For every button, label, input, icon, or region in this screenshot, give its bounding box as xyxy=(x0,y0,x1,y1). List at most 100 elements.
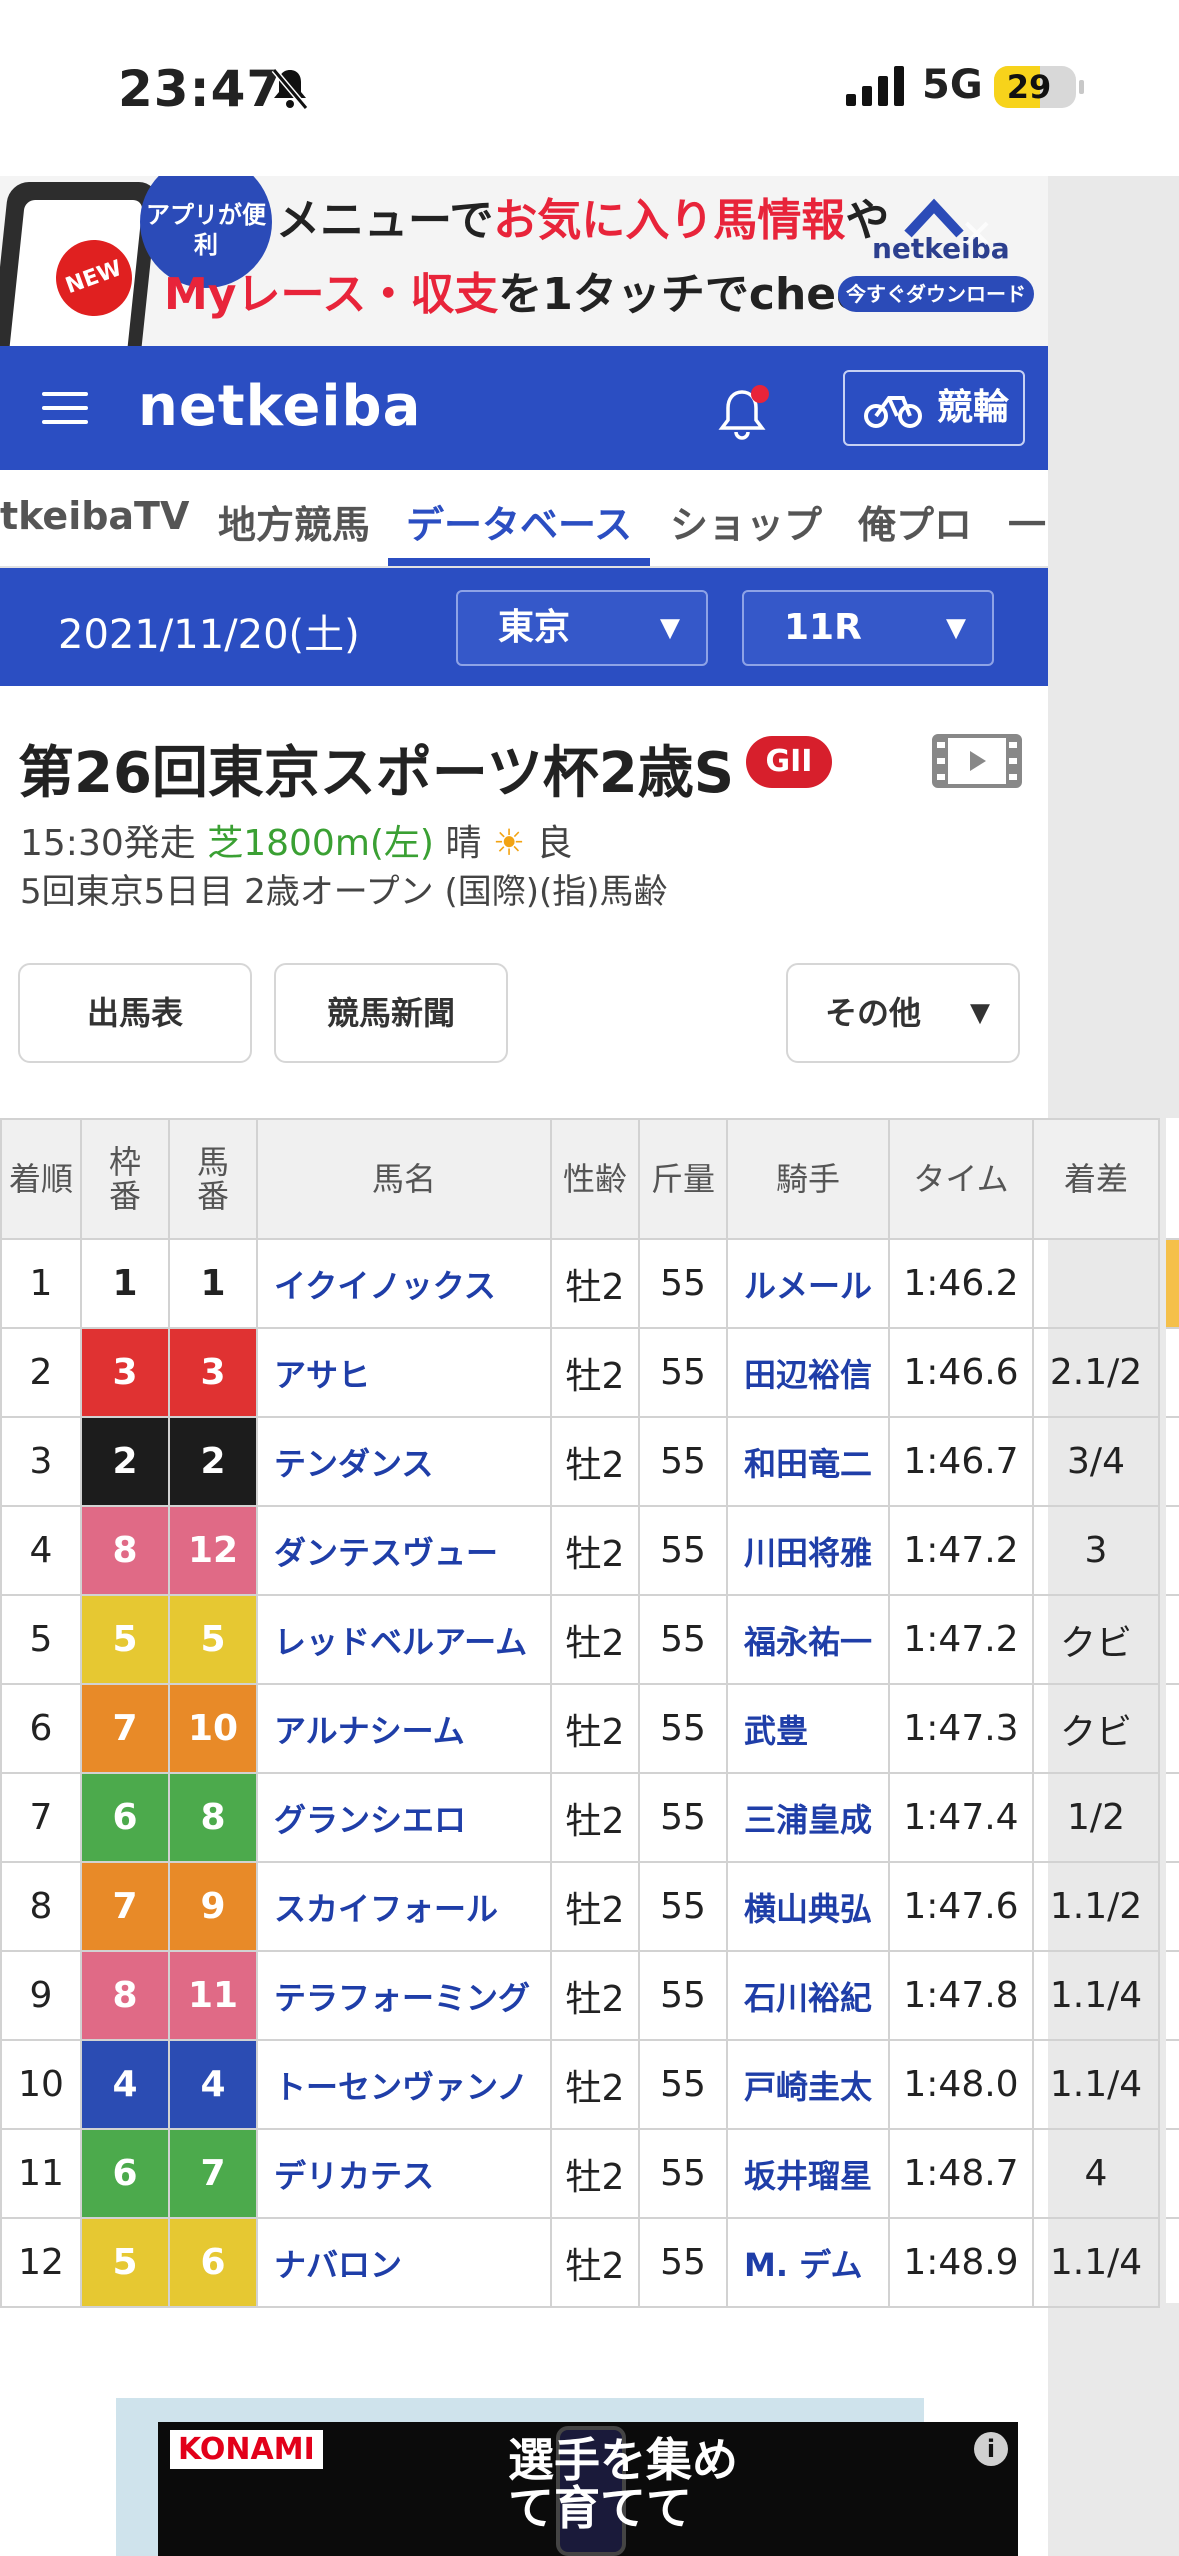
cell-time: 1:46.2 xyxy=(888,1238,1034,1329)
cell-jockey[interactable]: 戸崎圭太 xyxy=(726,2039,890,2130)
cell-horse-number: 2 xyxy=(168,1416,258,1507)
row-edge xyxy=(1166,2217,1179,2306)
col-waku[interactable]: 枠番 xyxy=(80,1118,170,1240)
table-row[interactable]: 6 7 10 アルナシーム 牡2 55 武豊 1:47.3 クビ xyxy=(0,1683,1160,1774)
cell-jockey[interactable]: 三浦皇成 xyxy=(726,1772,890,1863)
site-logo[interactable]: netkeiba xyxy=(138,374,421,439)
tab-database[interactable]: データベース xyxy=(406,494,632,549)
cell-horse-name[interactable]: デリカテス xyxy=(256,2128,552,2219)
newspaper-button[interactable]: 競馬新聞 xyxy=(274,963,508,1063)
cell-horse-name[interactable]: イクイノックス xyxy=(256,1238,552,1329)
cell-horse-name[interactable]: スカイフォール xyxy=(256,1861,552,1952)
cell-horse-name[interactable]: アサヒ xyxy=(256,1327,552,1418)
col-sex-age[interactable]: 性齢 xyxy=(550,1118,640,1240)
table-row[interactable]: 3 2 2 テンダンス 牡2 55 和田竜二 1:46.7 3/4 xyxy=(0,1416,1160,1507)
bottom-ad-text: 選手を集めて育てて xyxy=(508,2433,738,2535)
nav-tabs: tkeibaTV 地方競馬 データベース ショップ 俺プロ 一 xyxy=(0,470,1048,568)
col-horse-number[interactable]: 馬番 xyxy=(168,1118,258,1240)
race-date[interactable]: 2021/11/20(土) xyxy=(58,602,360,660)
table-row[interactable]: 1 1 1 イクイノックス 牡2 55 ルメール 1:46.2 xyxy=(0,1238,1160,1329)
tab-ore-pro[interactable]: 俺プロ xyxy=(858,494,972,549)
cell-jockey[interactable]: 和田竜二 xyxy=(726,1416,890,1507)
cell-rank: 9 xyxy=(0,1950,82,2041)
col-horse-name[interactable]: 馬名 xyxy=(256,1118,552,1240)
close-icon[interactable]: ✕ xyxy=(960,212,994,258)
cell-jockey[interactable]: 田辺裕信 xyxy=(726,1327,890,1418)
col-time[interactable]: タイム xyxy=(888,1118,1034,1240)
col-jockey[interactable]: 騎手 xyxy=(726,1118,890,1240)
tab-netkeiba-tv[interactable]: tkeibaTV xyxy=(0,494,189,538)
download-button[interactable]: 今すぐダウンロード xyxy=(838,276,1034,312)
tab-more[interactable]: 一 xyxy=(1008,494,1046,549)
menu-icon[interactable] xyxy=(42,392,88,424)
cell-weight: 55 xyxy=(638,1327,728,1418)
table-row[interactable]: 8 7 9 スカイフォール 牡2 55 横山典弘 1:47.6 1.1/2 xyxy=(0,1861,1160,1952)
cell-horse-number: 12 xyxy=(168,1505,258,1596)
cell-sex-age: 牡2 xyxy=(550,1950,640,2041)
grade-badge: GII xyxy=(746,736,832,788)
table-header-row: 着順 枠番 馬番 馬名 性齢 斤量 騎手 タイム 着差 xyxy=(0,1118,1160,1240)
cell-horse-number: 7 xyxy=(168,2128,258,2219)
cell-jockey[interactable]: 坂井瑠星 xyxy=(726,2128,890,2219)
cell-jockey[interactable]: 武豊 xyxy=(726,1683,890,1774)
cell-jockey[interactable]: ルメール xyxy=(726,1238,890,1329)
table-row[interactable]: 2 3 3 アサヒ 牡2 55 田辺裕信 1:46.6 2.1/2 xyxy=(0,1327,1160,1418)
row-edge xyxy=(1166,1505,1179,1594)
race-select[interactable]: 11R ▼ xyxy=(742,590,994,666)
cell-horse-number: 3 xyxy=(168,1327,258,1418)
date-bar: 2021/11/20(土) 東京 ▼ 11R ▼ xyxy=(0,568,1048,686)
cell-horse-number: 8 xyxy=(168,1772,258,1863)
cell-horse-name[interactable]: テンダンス xyxy=(256,1416,552,1507)
dropdown-arrow-icon: ▼ xyxy=(970,998,990,1028)
cell-horse-name[interactable]: レッドベルアーム xyxy=(256,1594,552,1685)
table-row[interactable]: 4 8 12 ダンテスヴュー 牡2 55 川田将雅 1:47.2 3 xyxy=(0,1505,1160,1596)
cell-rank: 8 xyxy=(0,1861,82,1952)
col-margin[interactable]: 着差 xyxy=(1032,1118,1160,1240)
cell-jockey[interactable]: M. デム xyxy=(726,2217,890,2308)
tab-local-racing[interactable]: 地方競馬 xyxy=(218,494,370,549)
cell-rank: 3 xyxy=(0,1416,82,1507)
cell-time: 1:47.6 xyxy=(888,1861,1034,1952)
table-row[interactable]: 5 5 5 レッドベルアーム 牡2 55 福永祐一 1:47.2 クビ xyxy=(0,1594,1160,1685)
cell-horse-name[interactable]: トーセンヴァンノ xyxy=(256,2039,552,2130)
cell-weight: 55 xyxy=(638,2217,728,2308)
cell-margin: 1.1/4 xyxy=(1032,2217,1160,2308)
other-menu-button[interactable]: その他 ▼ xyxy=(786,963,1020,1063)
promo-line-2: Myレース・収支を1タッチでcheck! xyxy=(164,269,912,320)
cell-horse-name[interactable]: アルナシーム xyxy=(256,1683,552,1774)
keirin-button[interactable]: 競輪 xyxy=(843,370,1025,446)
col-weight[interactable]: 斤量 xyxy=(638,1118,728,1240)
notification-bell-icon[interactable] xyxy=(714,382,774,442)
cell-horse-number: 11 xyxy=(168,1950,258,2041)
cell-rank: 1 xyxy=(0,1238,82,1329)
ad-info-icon[interactable]: i xyxy=(974,2432,1008,2466)
video-icon[interactable] xyxy=(932,734,1022,788)
tab-shop[interactable]: ショップ xyxy=(670,494,822,549)
cell-margin: 4 xyxy=(1032,2128,1160,2219)
row-edge xyxy=(1166,1683,1179,1772)
table-row[interactable]: 11 6 7 デリカテス 牡2 55 坂井瑠星 1:48.7 4 xyxy=(0,2128,1160,2219)
battery-level: 29 xyxy=(1006,68,1052,106)
cell-margin: 1/2 xyxy=(1032,1772,1160,1863)
cell-jockey[interactable]: 福永祐一 xyxy=(726,1594,890,1685)
app-promo-banner[interactable]: NEW アプリが便利 メニューでお気に入り馬情報や Myレース・収支を1タッチで… xyxy=(0,176,1048,346)
cell-time: 1:47.2 xyxy=(888,1505,1034,1596)
col-rank[interactable]: 着順 xyxy=(0,1118,82,1240)
race-meta: 5回東京5日目 2歳オープン (国際)(指)馬齢 xyxy=(20,872,668,912)
cell-horse-name[interactable]: グランシエロ xyxy=(256,1772,552,1863)
cell-horse-name[interactable]: ナバロン xyxy=(256,2217,552,2308)
table-row[interactable]: 9 8 11 テラフォーミング 牡2 55 石川裕紀 1:47.8 1.1/4 xyxy=(0,1950,1160,2041)
cell-jockey[interactable]: 石川裕紀 xyxy=(726,1950,890,2041)
cell-weight: 55 xyxy=(638,1861,728,1952)
cell-horse-name[interactable]: ダンテスヴュー xyxy=(256,1505,552,1596)
race-conditions: 15:30発走 芝1800m(左) 晴 ☀ 良 xyxy=(20,823,573,864)
entries-button[interactable]: 出馬表 xyxy=(18,963,252,1063)
table-row[interactable]: 7 6 8 グランシエロ 牡2 55 三浦皇成 1:47.4 1/2 xyxy=(0,1772,1160,1863)
cell-jockey[interactable]: 横山典弘 xyxy=(726,1861,890,1952)
cell-horse-name[interactable]: テラフォーミング xyxy=(256,1950,552,2041)
status-bar: 23:47 5G 29 xyxy=(0,0,1179,176)
table-row[interactable]: 10 4 4 トーセンヴァンノ 牡2 55 戸崎圭太 1:48.0 1.1/4 xyxy=(0,2039,1160,2130)
venue-select[interactable]: 東京 ▼ xyxy=(456,590,708,666)
table-row[interactable]: 12 5 6 ナバロン 牡2 55 M. デム 1:48.9 1.1/4 xyxy=(0,2217,1160,2308)
cell-jockey[interactable]: 川田将雅 xyxy=(726,1505,890,1596)
